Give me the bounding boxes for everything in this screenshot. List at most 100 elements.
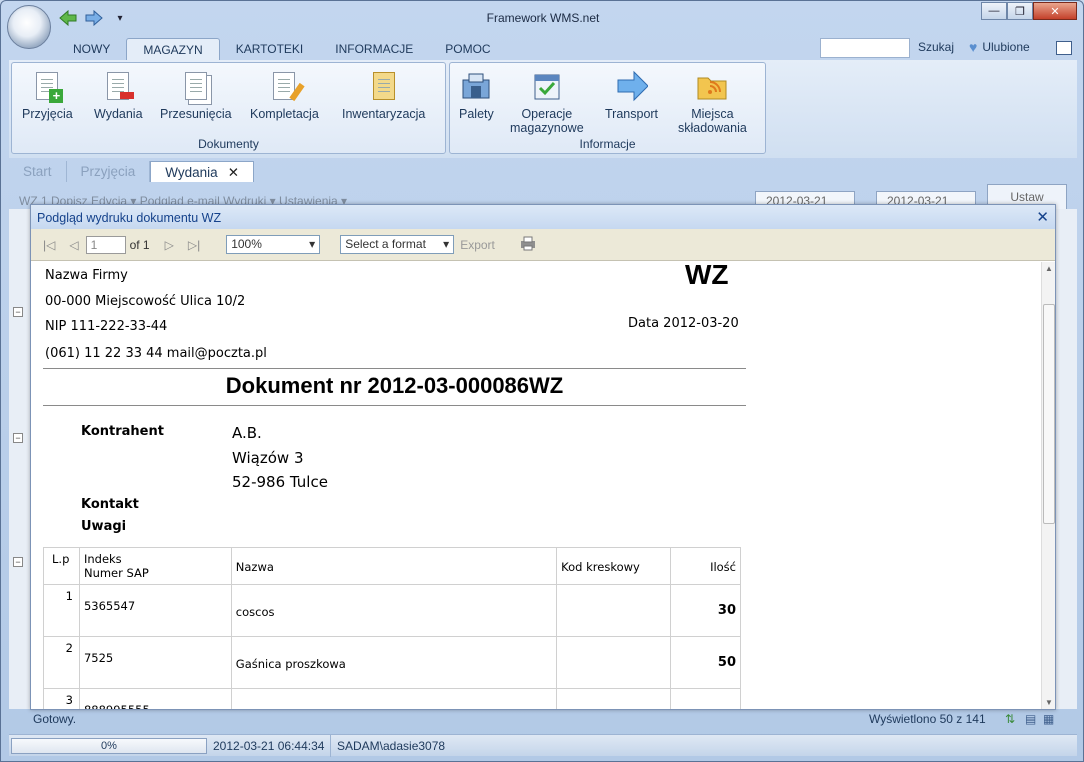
- miejsca-skladowania-button[interactable]: Miejsca składowania: [678, 69, 747, 135]
- col-indeks-line1: Indeks: [83, 552, 122, 566]
- document-heading: Dokument nr 2012-03-000086WZ: [225, 373, 564, 398]
- transport-button[interactable]: Transport: [605, 69, 658, 121]
- favorites-label: Ulubione: [982, 40, 1030, 54]
- doc-tab-start[interactable]: Start: [9, 161, 67, 182]
- app-status-bar: 0% 2012-03-21 06:44:34 SADAM\adasie3078: [9, 734, 1077, 757]
- tab-kartoteki[interactable]: KARTOTEKI: [220, 38, 320, 60]
- table-header-row: L.p Indeks Numer SAP Nazwa Kod kreskowy …: [43, 547, 741, 585]
- group-label-dokumenty: Dokumenty: [198, 137, 259, 151]
- zoom-select[interactable]: 100% ▾: [226, 235, 321, 254]
- progress-value: 0%: [101, 740, 117, 752]
- favorites-button[interactable]: ♥ Ulubione: [969, 39, 1030, 55]
- document-edit-icon: [268, 69, 306, 103]
- grid-status-bar: Gotowy. Wyświetlono 50 z 141 ⇅ ▤ ▦: [9, 709, 1077, 729]
- col-ilosc: Ilość: [670, 547, 741, 585]
- col-indeks: Indeks Numer SAP: [78, 547, 232, 585]
- miejsca-label-line1: Miejsca: [691, 107, 734, 121]
- operacje-magazynowe-button[interactable]: Operacje magazynowe: [510, 69, 584, 135]
- wydania-button[interactable]: Wydania: [94, 69, 143, 121]
- export-link[interactable]: Export: [460, 238, 495, 252]
- search-input[interactable]: [820, 38, 910, 58]
- report-scrollbar[interactable]: ▲ ▼: [1041, 262, 1055, 709]
- kontrahent-name: A.B.: [232, 424, 262, 442]
- document-tabs: Start Przyjęcia Wydania ✕: [9, 161, 254, 183]
- restore-button[interactable]: ❐: [1007, 2, 1033, 20]
- ribbon: + Przyjęcia Wydania Przesunięcia Komplet…: [9, 60, 1077, 158]
- przyjecia-button[interactable]: + Przyjęcia: [22, 69, 73, 121]
- scrollbar-thumb[interactable]: [1043, 304, 1055, 524]
- tab-magazyn[interactable]: MAGAZYN: [126, 38, 220, 60]
- ribbon-tabs: NOWY MAGAZYN KARTOTEKI INFORMACJE POMOC: [57, 38, 507, 60]
- inwentaryzacja-label: Inwentaryzacja: [342, 107, 426, 121]
- export-format-select[interactable]: Select a format ▾: [340, 235, 455, 254]
- transport-label: Transport: [605, 107, 659, 121]
- cell-lp: 2: [43, 636, 80, 689]
- filter-icon[interactable]: ▦: [1043, 712, 1054, 726]
- expand-toggle-icon[interactable]: −: [13, 557, 23, 567]
- table-row: 2 7525 Gaśnica proszkowa 50: [43, 636, 741, 689]
- company-nip: NIP 111-222-33-44: [45, 319, 168, 334]
- kompletacja-label: Kompletacja: [250, 107, 319, 121]
- col-kod: Kod kreskowy: [556, 547, 672, 585]
- status-datetime: 2012-03-21 06:44:34: [207, 735, 332, 757]
- refresh-icon[interactable]: ⇅: [1005, 712, 1015, 726]
- format-value: Select a format: [345, 237, 426, 251]
- background-grid-left: − − −: [9, 209, 31, 709]
- calendar-check-icon: [531, 69, 563, 103]
- kontrahent-city: 52-986 Tulce: [232, 473, 328, 491]
- arrow-right-icon: [616, 69, 648, 103]
- ready-status: Gotowy.: [33, 712, 77, 726]
- group-informacje: Palety Operacje magazynowe Transport Mie…: [449, 62, 766, 154]
- scroll-up-icon[interactable]: ▲: [1045, 264, 1053, 273]
- cell-nazwa: coscos: [230, 584, 558, 637]
- expand-toggle-icon[interactable]: −: [13, 433, 23, 443]
- minimize-button[interactable]: —: [981, 2, 1007, 20]
- palety-button[interactable]: Palety: [459, 69, 494, 121]
- application-orb-button[interactable]: [7, 5, 51, 49]
- chevron-down-icon: ▾: [443, 237, 450, 251]
- expand-toggle-icon[interactable]: −: [13, 307, 23, 317]
- operacje-label-line1: Operacje: [521, 107, 573, 121]
- company-contact: (061) 11 22 33 44 mail@poczta.pl: [45, 346, 267, 361]
- rows-shown-count: Wyświetlono 50 z 141: [869, 712, 986, 726]
- page-count: of 1: [129, 237, 150, 252]
- doc-tab-wydania[interactable]: Wydania ✕: [150, 161, 254, 182]
- document-date: Data 2012-03-20: [628, 316, 739, 331]
- previous-page-icon[interactable]: ◁: [69, 238, 78, 252]
- layout-icon[interactable]: [1056, 41, 1072, 55]
- doc-tab-wydania-label: Wydania: [165, 165, 218, 180]
- cell-nazwa: [230, 688, 558, 709]
- page-number-input[interactable]: 1: [85, 235, 126, 254]
- background-grid-right: [1055, 209, 1077, 709]
- tab-pomoc[interactable]: POMOC: [429, 38, 506, 60]
- cell-indeks: 888995555: [78, 688, 232, 709]
- kontrahent-label: Kontrahent: [81, 424, 164, 439]
- export-icon[interactable]: ▤: [1025, 712, 1036, 726]
- cell-kod: [556, 636, 672, 689]
- next-page-icon[interactable]: ▷: [165, 238, 174, 252]
- wydania-label: Wydania: [94, 107, 143, 121]
- scroll-down-icon[interactable]: ▼: [1045, 698, 1053, 707]
- doc-tab-przyjecia[interactable]: Przyjęcia: [67, 161, 151, 182]
- group-label-informacje: Informacje: [579, 137, 636, 151]
- przesuniecia-button[interactable]: Przesunięcia: [160, 69, 232, 121]
- close-tab-icon[interactable]: ✕: [228, 165, 239, 180]
- first-page-icon[interactable]: |◁: [43, 238, 55, 252]
- report-viewer-toolbar: |◁ ◁ 1 of 1 ▷ ▷| 100% ▾ Select a format ▾ …: [31, 229, 1055, 261]
- pallet-truck-icon: [460, 69, 492, 103]
- dialog-close-button[interactable]: ✕: [1036, 208, 1049, 226]
- table-row: 3 888995555: [43, 688, 741, 709]
- search-button[interactable]: Szukaj: [918, 40, 954, 54]
- chevron-down-icon: ▾: [309, 237, 316, 251]
- cell-indeks: 5365547: [78, 584, 232, 637]
- print-icon[interactable]: [519, 235, 537, 254]
- tab-nowy[interactable]: NOWY: [57, 38, 126, 60]
- inwentaryzacja-button[interactable]: Inwentaryzacja: [342, 69, 425, 121]
- last-page-icon[interactable]: ▷|: [188, 238, 200, 252]
- tab-informacje[interactable]: INFORMACJE: [319, 38, 429, 60]
- report-page: Nazwa Firmy 00-000 Miejscowość Ulica 10/…: [31, 262, 1041, 709]
- kompletacja-button[interactable]: Kompletacja: [250, 69, 319, 121]
- cell-kod: [556, 688, 672, 709]
- app-window: ▾ Framework WMS.net — ❐ ✕ NOWY MAGAZYN K…: [0, 0, 1084, 762]
- close-button[interactable]: ✕: [1033, 2, 1077, 20]
